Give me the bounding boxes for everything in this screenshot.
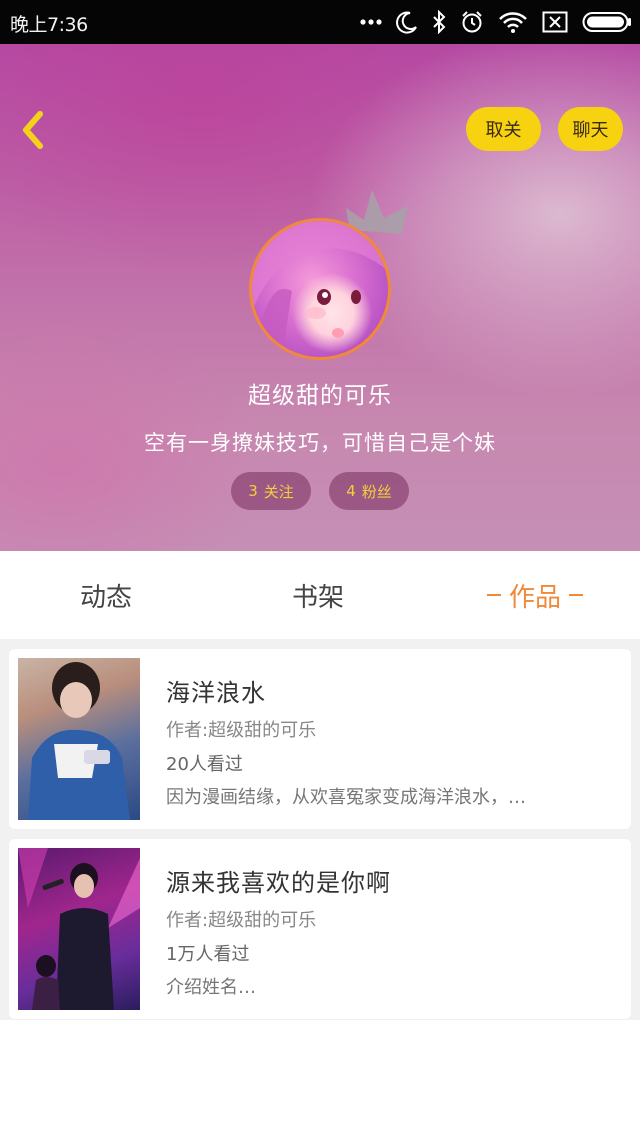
tab-dongtai[interactable]: 动态 [46, 551, 166, 639]
profile-nickname: 超级甜的可乐 [248, 383, 392, 409]
work-views: 1万人看过 [166, 944, 250, 965]
moon-icon [396, 11, 417, 34]
profile-header: 取关 聊天 超级甜的可乐 空有一身撩妹技巧，可惜自己是个妹 3 关注 4 粉丝 [0, 44, 640, 551]
chat-button[interactable]: 聊天 [558, 107, 623, 151]
fans-label: 粉丝 [361, 482, 392, 501]
fans-stat[interactable]: 4 粉丝 [329, 472, 409, 510]
more-dots-icon [360, 19, 382, 25]
work-list-item[interactable]: 海洋浪水 作者:超级甜的可乐 20人看过 因为漫画结缘，从欢喜冤家变成海洋浪水，… [9, 649, 631, 829]
status-bar: 晚上7:36 [0, 0, 640, 44]
battery-icon [582, 12, 631, 32]
fans-count: 4 [346, 482, 356, 500]
work-cover-image [18, 848, 140, 1010]
bluetooth-icon [433, 10, 446, 34]
tab-shujia[interactable]: 书架 [258, 551, 378, 639]
work-description: 介绍姓名… [166, 977, 256, 998]
work-title: 海洋浪水 [166, 679, 266, 707]
avatar[interactable] [249, 218, 391, 360]
avatar-illustration [252, 221, 388, 357]
work-cover-image [18, 658, 140, 820]
profile-tabs: 动态 书架 作品 [0, 551, 640, 639]
work-title: 源来我喜欢的是你啊 [166, 869, 391, 897]
wifi-icon [499, 12, 527, 33]
work-list-item[interactable]: 源来我喜欢的是你啊 作者:超级甜的可乐 1万人看过 介绍姓名… [9, 839, 631, 1019]
tab-active-dash-right [569, 594, 583, 596]
work-description: 因为漫画结缘，从欢喜冤家变成海洋浪水，… [166, 787, 526, 808]
alarm-icon [462, 11, 482, 33]
following-count: 3 [248, 482, 258, 500]
work-author: 作者:超级甜的可乐 [166, 910, 317, 931]
following-stat[interactable]: 3 关注 [231, 472, 311, 510]
back-button[interactable] [14, 108, 54, 152]
work-views: 20人看过 [166, 754, 243, 775]
chevron-left-icon [23, 111, 43, 149]
status-icons [360, 8, 632, 36]
following-label: 关注 [263, 482, 294, 501]
tab-active-dash-left [486, 594, 501, 596]
no-sim-icon [542, 11, 568, 33]
profile-bio: 空有一身撩妹技巧，可惜自己是个妹 [144, 431, 496, 455]
tab-zuopin[interactable]: 作品 [470, 551, 600, 639]
unfollow-button[interactable]: 取关 [466, 107, 541, 151]
tab-zuopin-label: 作品 [508, 582, 561, 613]
status-time: 晚上7:36 [10, 14, 88, 36]
work-author: 作者:超级甜的可乐 [166, 720, 317, 741]
